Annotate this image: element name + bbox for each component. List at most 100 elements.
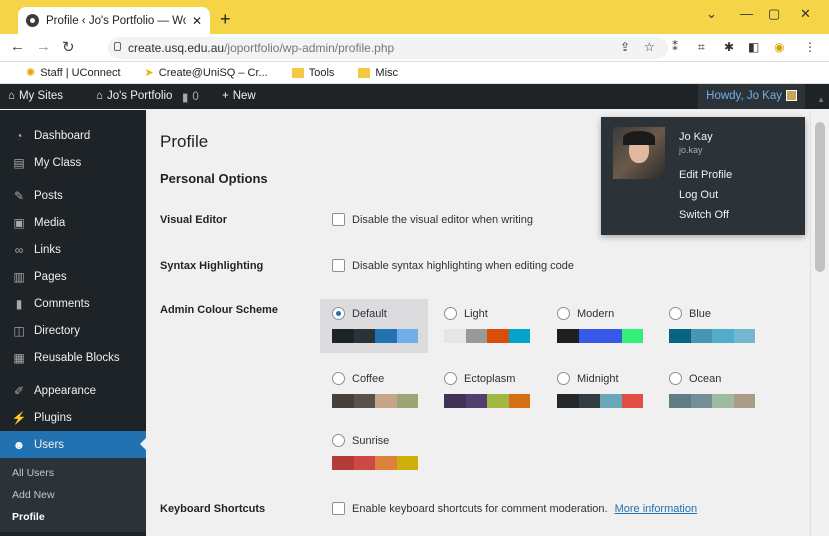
close-window-icon[interactable]: ✕ (800, 6, 811, 22)
edit-profile-link[interactable]: Edit Profile (679, 169, 732, 181)
switch-off-link[interactable]: Switch Off (679, 209, 729, 221)
sidebar-item-links[interactable]: ∞ Links (0, 236, 146, 263)
more-information-link[interactable]: More information (615, 503, 698, 515)
colour-scheme-light[interactable]: Light (432, 299, 540, 353)
sidebar-item-dashboard[interactable]: ◔ Dashboard (0, 122, 146, 149)
url-bar[interactable]: create.usq.edu.au/joportfolio/wp-admin/p… (108, 37, 668, 59)
user-login: jo.kay (679, 145, 703, 155)
scheme-swatches (332, 456, 428, 470)
scrollbar-thumb[interactable] (815, 122, 825, 272)
scheme-radio[interactable] (444, 372, 457, 385)
bookmark-misc[interactable]: Misc (358, 67, 398, 79)
submenu-profile[interactable]: Profile (0, 506, 146, 528)
users-submenu: All Users Add New Profile (0, 458, 146, 532)
scheme-option[interactable]: Coffee (332, 372, 428, 385)
colour-scheme-midnight[interactable]: Midnight (545, 364, 653, 418)
colour-scheme-blue[interactable]: Blue (657, 299, 765, 353)
bookmark-create[interactable]: ➤ Create@UniSQ – Cr... (145, 66, 268, 80)
new-tab-button[interactable]: + (220, 9, 231, 30)
colour-swatch (444, 329, 466, 343)
maximize-icon[interactable]: ▢ (768, 6, 780, 22)
scheme-option[interactable]: Light (444, 307, 540, 320)
colour-scheme-ocean[interactable]: Ocean (657, 364, 765, 418)
account-dropdown: Jo Kay jo.kay Edit Profile Log Out Switc… (601, 117, 805, 235)
screenshot-icon[interactable]: ⌗ (698, 40, 705, 55)
submenu-add-new[interactable]: Add New (0, 484, 146, 506)
share-icon[interactable]: ⇪ (620, 40, 630, 54)
bookmark-star-icon[interactable]: ☆ (644, 40, 655, 54)
keyboard-shortcuts-checkbox[interactable] (332, 502, 345, 515)
sidepanel-icon[interactable]: ◧ (748, 40, 759, 54)
folder-icon (358, 67, 371, 78)
sidebar-item-my-class[interactable]: ▤ My Class (0, 149, 146, 176)
bookmark-staff-uconnect[interactable]: ✺ Staff | UConnect (26, 66, 121, 80)
bookmark-tools[interactable]: Tools (291, 67, 334, 79)
plus-icon: + (222, 90, 229, 102)
sidebar-item-media[interactable]: ▣ Media (0, 209, 146, 236)
syntax-highlighting-checkbox[interactable] (332, 259, 345, 272)
scheme-radio[interactable] (557, 372, 570, 385)
menu-icon[interactable]: ⋮ (804, 40, 816, 54)
scheme-option[interactable]: Modern (557, 307, 653, 320)
sidebar-item-reusable-blocks[interactable]: ▦ Reusable Blocks (0, 344, 146, 371)
colour-swatch (578, 329, 600, 343)
forward-icon[interactable]: → (36, 38, 51, 55)
tab-search-icon[interactable]: ⌄ (706, 6, 717, 22)
extension-icon[interactable]: ⁑ (672, 40, 678, 54)
my-sites-menu[interactable]: ⌂ My Sites (8, 90, 63, 102)
my-sites-icon: ⌂ (8, 90, 15, 102)
visual-editor-checkbox[interactable] (332, 213, 345, 226)
sidebar-item-pages[interactable]: ▥ Pages (0, 263, 146, 290)
sidebar-item-comments[interactable]: ▮ Comments (0, 290, 146, 317)
colour-scheme-modern[interactable]: Modern (545, 299, 653, 353)
scheme-radio[interactable] (332, 372, 345, 385)
site-name-menu[interactable]: ⌂ Jo's Portfolio (96, 90, 172, 102)
colour-scheme-ectoplasm[interactable]: Ectoplasm (432, 364, 540, 418)
scheme-radio[interactable] (444, 307, 457, 320)
keyboard-shortcuts-option[interactable]: Enable keyboard shortcuts for comment mo… (332, 502, 697, 515)
visual-editor-option[interactable]: Disable the visual editor when writing (332, 213, 533, 226)
colour-swatch (375, 329, 397, 343)
scheme-option[interactable]: Ectoplasm (444, 372, 540, 385)
sidebar-item-directory[interactable]: ◫ Directory (0, 317, 146, 344)
browser-tab[interactable]: Profile ‹ Jo's Portfolio — WordPre ✕ (18, 7, 210, 34)
comments-menu[interactable]: ▮ 0 (182, 90, 199, 104)
colour-scheme-coffee[interactable]: Coffee (320, 364, 428, 418)
scheme-name: Coffee (352, 372, 385, 385)
account-menu[interactable]: Howdy, Jo Kay (698, 84, 805, 109)
submenu-all-users[interactable]: All Users (0, 462, 146, 484)
sidebar-item-plugins[interactable]: ⚡ Plugins (0, 404, 146, 431)
colour-scheme-sunrise[interactable]: Sunrise (320, 426, 428, 480)
puzzle-icon[interactable]: ✱ (724, 40, 734, 54)
syntax-highlighting-label: Syntax Highlighting (160, 260, 264, 272)
scheme-option[interactable]: Midnight (557, 372, 653, 385)
page-scrollbar[interactable] (810, 110, 829, 536)
scheme-option[interactable]: Sunrise (332, 434, 428, 447)
back-icon[interactable]: ← (10, 38, 25, 55)
scheme-option[interactable]: Default (332, 307, 428, 320)
syntax-highlighting-option[interactable]: Disable syntax highlighting when editing… (332, 259, 574, 272)
colour-scheme-default[interactable]: Default (320, 299, 428, 353)
minimize-icon[interactable]: — (740, 6, 753, 21)
scheme-radio[interactable] (669, 372, 682, 385)
scheme-radio[interactable] (332, 434, 345, 447)
sidebar-item-appearance[interactable]: ✐ Appearance (0, 377, 146, 404)
new-content-menu[interactable]: + New (222, 90, 256, 102)
sidebar-item-posts[interactable]: ✎ Posts (0, 182, 146, 209)
scroll-up-icon[interactable]: ▲ (817, 95, 825, 104)
user-avatar (613, 127, 665, 179)
profile-icon[interactable]: ◉ (774, 40, 784, 54)
scheme-option[interactable]: Blue (669, 307, 765, 320)
colour-swatch (353, 329, 375, 343)
scheme-radio[interactable] (669, 307, 682, 320)
link-icon: ∞ (14, 242, 24, 257)
colour-swatch (600, 394, 622, 408)
scheme-radio[interactable] (332, 307, 345, 320)
reload-icon[interactable]: ↻ (62, 38, 75, 56)
sidebar-item-users[interactable]: ☻ Users (0, 431, 146, 458)
scheme-radio[interactable] (557, 307, 570, 320)
scheme-swatches (332, 329, 428, 343)
tab-close-icon[interactable]: ✕ (192, 14, 202, 28)
log-out-link[interactable]: Log Out (679, 189, 718, 201)
scheme-option[interactable]: Ocean (669, 372, 765, 385)
